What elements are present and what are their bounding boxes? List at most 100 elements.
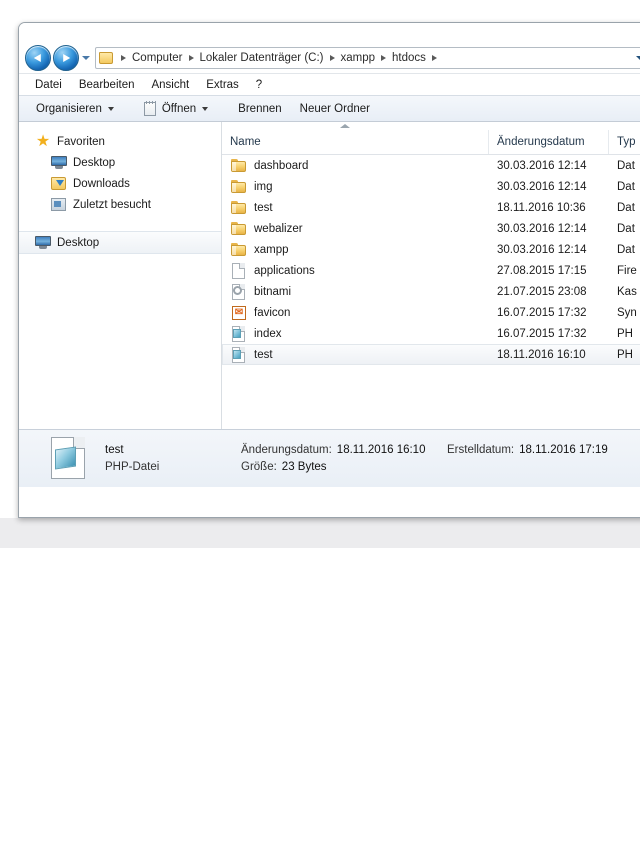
- recent-pages-dropdown[interactable]: [79, 46, 93, 70]
- file-name: favicon: [254, 306, 291, 319]
- address-bar[interactable]: Computer Lokaler Datenträger (C:) xampp …: [95, 47, 640, 69]
- open-label: Öffnen: [161, 102, 197, 115]
- downloads-icon: [51, 176, 67, 192]
- file-type-cell: Syn: [617, 306, 637, 319]
- breadcrumb-drive-c[interactable]: Lokaler Datenträger (C:): [199, 52, 325, 64]
- sidebar-item-desktop[interactable]: Desktop: [19, 152, 221, 173]
- file-name-cell: bitnami: [223, 283, 489, 300]
- table-row[interactable]: img 30.03.2016 12:14 Dat: [222, 176, 640, 197]
- open-button[interactable]: Öffnen: [137, 99, 215, 119]
- details-created-value: 18.11.2016 17:19: [519, 443, 608, 456]
- file-name-cell: ✉ favicon: [223, 305, 489, 321]
- file-list-rows: dashboard 30.03.2016 12:14 Dat img 30.03…: [222, 155, 640, 365]
- breadcrumb-separator-icon: [431, 55, 437, 61]
- menu-ansicht[interactable]: Ansicht: [143, 77, 198, 93]
- file-type-cell: Fire: [617, 264, 637, 277]
- monitor-icon: [51, 155, 67, 171]
- table-row[interactable]: dashboard 30.03.2016 12:14 Dat: [222, 155, 640, 176]
- details-pane: test PHP-Datei Änderungsdatum: 18.11.201…: [19, 429, 640, 487]
- folder-icon: [99, 51, 114, 65]
- file-name: dashboard: [254, 159, 309, 172]
- php-file-icon: [231, 325, 247, 342]
- column-header-date[interactable]: Änderungsdatum: [488, 130, 608, 154]
- php-file-icon: [49, 436, 89, 481]
- desktop-background: [0, 518, 640, 548]
- file-name-cell: webalizer: [223, 221, 489, 237]
- breadcrumb-separator-icon: [329, 55, 335, 61]
- file-name-cell: xampp: [223, 242, 489, 258]
- php-file-icon: [231, 346, 247, 363]
- breadcrumb-htdocs[interactable]: htdocs: [391, 52, 427, 64]
- details-file-name: test: [105, 443, 124, 456]
- sidebar-item-zuletzt-besucht[interactable]: Zuletzt besucht: [19, 194, 221, 215]
- file-name: applications: [254, 264, 315, 277]
- table-row[interactable]: ✉ favicon 16.07.2015 17:32 Syn: [222, 302, 640, 323]
- file-name-cell: img: [223, 179, 489, 195]
- details-columns: test PHP-Datei Änderungsdatum: 18.11.201…: [105, 442, 634, 476]
- details-created-row: Erstelldatum: 18.11.2016 17:19: [447, 442, 608, 459]
- folder-icon: [231, 179, 247, 195]
- file-name: index: [254, 327, 282, 340]
- new-folder-button[interactable]: Neuer Ordner: [293, 100, 377, 118]
- menu-bearbeiten[interactable]: Bearbeiten: [71, 77, 144, 93]
- file-date-cell: 21.07.2015 23:08: [497, 285, 587, 298]
- sidebar-item-favoriten[interactable]: ★ Favoriten: [19, 131, 221, 152]
- file-name-cell: test: [223, 200, 489, 216]
- navigation-pane: ★ Favoriten Desktop Downloads Zuletzt be…: [19, 122, 222, 429]
- sidebar-label-downloads: Downloads: [73, 177, 130, 190]
- table-row[interactable]: test 18.11.2016 10:36 Dat: [222, 197, 640, 218]
- command-toolbar: Organisieren Öffnen Brennen Neuer Ordner: [19, 95, 640, 122]
- forward-button[interactable]: [53, 45, 79, 71]
- file-date-cell: 16.07.2015 17:32: [497, 327, 587, 340]
- new-folder-label: Neuer Ordner: [299, 102, 370, 115]
- file-name: test: [254, 348, 273, 361]
- sidebar-item-desktop-root[interactable]: Desktop: [19, 231, 221, 254]
- window-body: ★ Favoriten Desktop Downloads Zuletzt be…: [19, 122, 640, 429]
- organize-button[interactable]: Organisieren: [29, 100, 121, 118]
- table-row[interactable]: bitnami 21.07.2015 23:08 Kas: [222, 281, 640, 302]
- table-row[interactable]: applications 27.08.2015 17:15 Fire: [222, 260, 640, 281]
- file-date-cell: 18.11.2016 10:36: [497, 201, 586, 214]
- table-row[interactable]: xampp 30.03.2016 12:14 Dat: [222, 239, 640, 260]
- address-dropdown-icon[interactable]: [636, 55, 640, 61]
- file-name: xampp: [254, 243, 289, 256]
- details-size-value: 23 Bytes: [281, 460, 327, 473]
- column-header-type[interactable]: Typ: [608, 130, 640, 154]
- file-name-cell: dashboard: [223, 158, 489, 174]
- menu-extras[interactable]: Extras: [198, 77, 248, 93]
- file-date-cell: 16.07.2015 17:32: [497, 306, 587, 319]
- file-name-cell: applications: [223, 262, 489, 279]
- table-row[interactable]: test 18.11.2016 16:10 PH: [222, 344, 640, 365]
- file-type-cell: Dat: [617, 201, 635, 214]
- table-row[interactable]: webalizer 30.03.2016 12:14 Dat: [222, 218, 640, 239]
- table-row[interactable]: index 16.07.2015 17:32 PH: [222, 323, 640, 344]
- details-size-row: Größe: 23 Bytes: [241, 459, 421, 476]
- file-name: webalizer: [254, 222, 303, 235]
- menu-datei[interactable]: Datei: [27, 77, 71, 93]
- chevron-down-icon: [202, 106, 209, 111]
- burn-button[interactable]: Brennen: [231, 100, 288, 118]
- menu-help[interactable]: ?: [248, 77, 271, 93]
- file-date-cell: 27.08.2015 17:15: [497, 264, 587, 277]
- details-date-column: Änderungsdatum: 18.11.2016 16:10 Größe: …: [241, 442, 425, 476]
- css-file-icon: [231, 283, 247, 300]
- details-name-column: test PHP-Datei: [105, 442, 215, 476]
- chevron-down-icon: [107, 106, 114, 111]
- sidebar-item-downloads[interactable]: Downloads: [19, 173, 221, 194]
- details-created-column: Erstelldatum: 18.11.2016 17:19: [447, 442, 608, 459]
- star-icon: ★: [35, 132, 51, 150]
- file-date-cell: 30.03.2016 12:14: [497, 222, 587, 235]
- details-size-label: Größe:: [241, 460, 277, 473]
- back-button[interactable]: [25, 45, 51, 71]
- sort-ascending-icon: [340, 124, 350, 128]
- file-name: img: [254, 180, 273, 193]
- file-name: bitnami: [254, 285, 292, 298]
- sidebar-label-desktop: Desktop: [73, 156, 116, 169]
- column-header-name[interactable]: Name: [222, 130, 488, 154]
- file-name-cell: index: [223, 325, 489, 342]
- breadcrumb-xampp[interactable]: xampp: [340, 52, 377, 64]
- monitor-icon: [35, 235, 51, 251]
- breadcrumb-computer[interactable]: Computer: [131, 52, 184, 64]
- folder-icon: [231, 221, 247, 237]
- folder-icon: [231, 200, 247, 216]
